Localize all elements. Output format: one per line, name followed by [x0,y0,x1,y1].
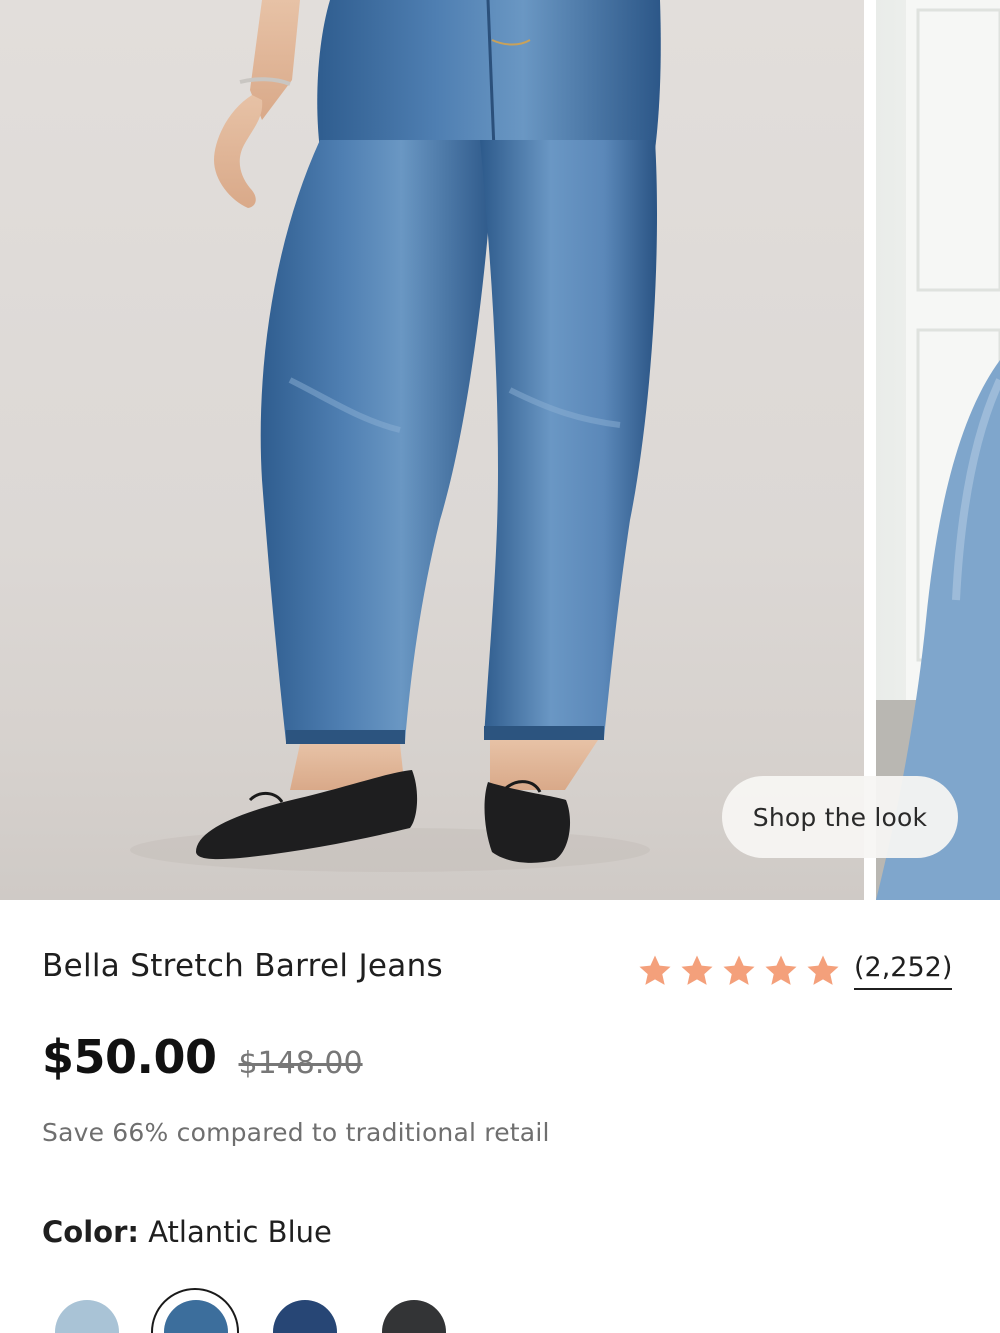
color-swatch[interactable] [273,1300,337,1333]
star-icon [804,952,842,990]
color-swatches [0,1288,1000,1333]
price-row: $50.00 $148.00 [42,1030,363,1084]
savings-note: Save 66% compared to traditional retail [42,1118,550,1147]
product-rating[interactable]: (2,252) [636,946,953,996]
star-icon [762,952,800,990]
star-icon [636,952,674,990]
jeans-model-illustration [130,0,661,872]
shop-the-look-button[interactable]: Shop the look [722,776,958,858]
current-price: $50.00 [42,1030,217,1084]
swatch-color-dot [382,1300,446,1333]
color-swatch[interactable] [55,1300,119,1333]
swatch-color-dot [273,1300,337,1333]
star-icon [678,952,716,990]
original-price: $148.00 [238,1046,363,1081]
product-page: Shop the look Bella Stretch Barrel Jeans… [0,0,1000,1333]
swatch-color-dot [164,1300,228,1333]
color-swatch[interactable] [164,1300,228,1333]
jeans-closeup-illustration [876,0,1000,900]
product-photo-next[interactable] [876,0,1000,900]
product-image-carousel[interactable]: Shop the look [0,0,1000,900]
color-selection-label: Color: Atlantic Blue [42,1215,332,1249]
star-icon [720,952,758,990]
review-count-link[interactable]: (2,252) [854,952,953,990]
swatch-color-dot [55,1300,119,1333]
color-swatch[interactable] [382,1300,446,1333]
product-title: Bella Stretch Barrel Jeans [42,948,443,984]
color-label: Color: [42,1215,139,1249]
rating-stars [636,952,846,990]
selected-color-name: Atlantic Blue [148,1215,332,1249]
product-photo-main[interactable] [0,0,864,900]
